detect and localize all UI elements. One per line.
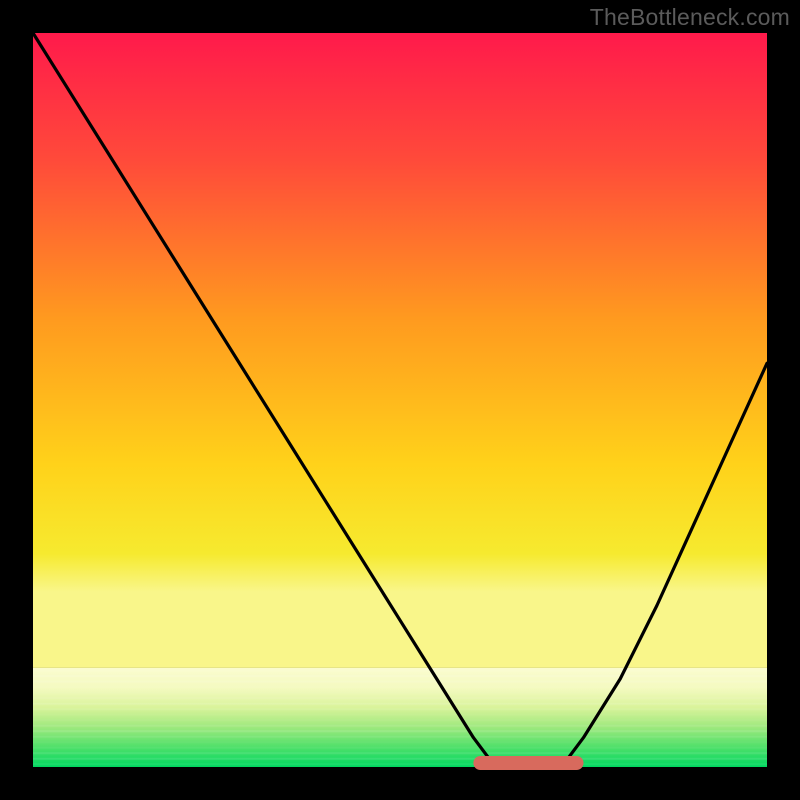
watermark-text: TheBottleneck.com <box>590 4 790 31</box>
optimal-range-marker <box>473 756 583 770</box>
bottleneck-chart <box>0 0 800 800</box>
chart-stage: TheBottleneck.com <box>0 0 800 800</box>
chart-background-gradient <box>33 33 767 668</box>
chart-bottom-band <box>33 668 767 767</box>
